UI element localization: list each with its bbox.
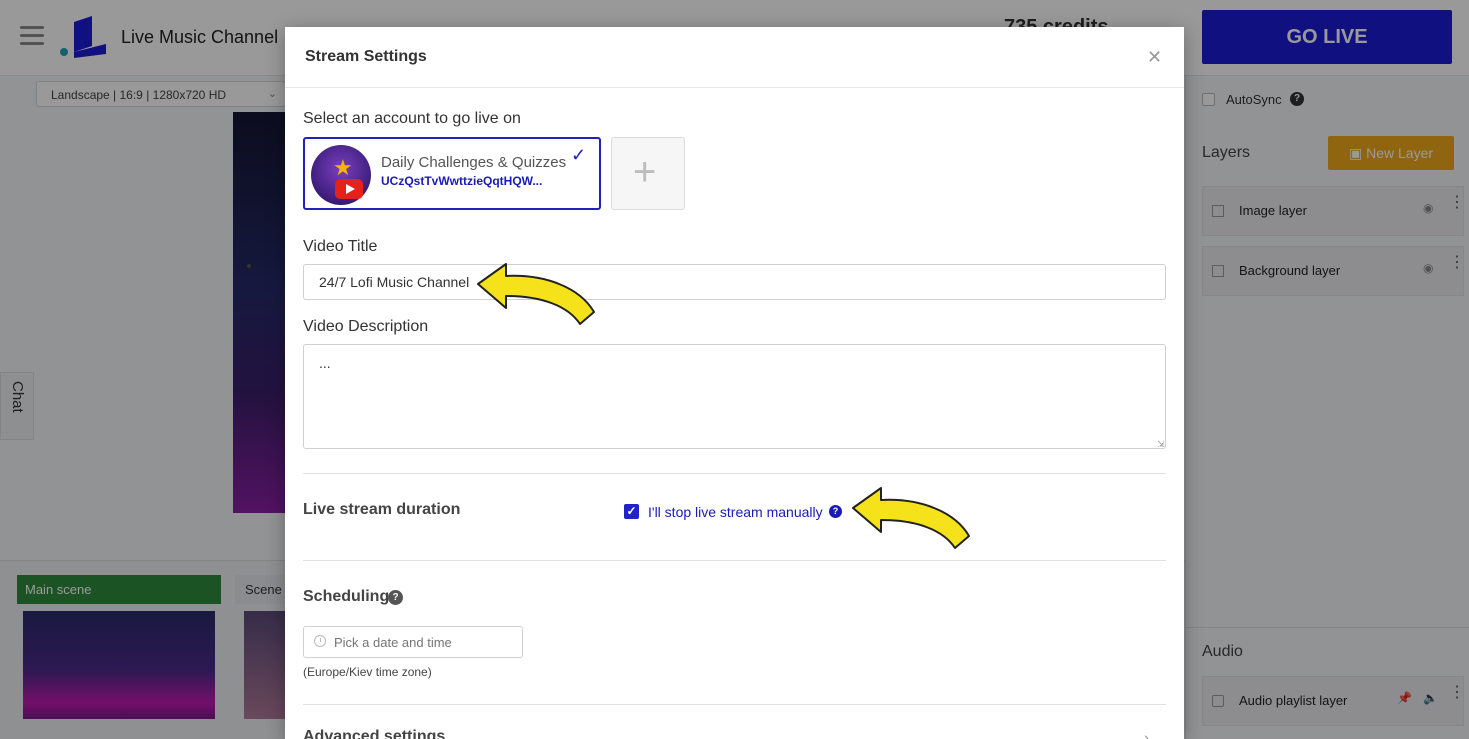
divider: [303, 473, 1166, 474]
account-prompt: Select an account to go live on: [303, 110, 521, 127]
manual-stop-label[interactable]: I'll stop live stream manually: [648, 504, 823, 520]
trophy-icon: ★: [333, 155, 353, 180]
close-icon[interactable]: ✕: [1147, 47, 1162, 68]
video-title-input[interactable]: [303, 264, 1166, 300]
timezone-note: (Europe/Kiev time zone): [303, 665, 432, 679]
stream-settings-modal: Stream Settings ✕ Select an account to g…: [285, 27, 1184, 739]
resize-handle-icon[interactable]: ⇲: [1157, 439, 1165, 450]
schedule-date-input[interactable]: [303, 626, 523, 658]
divider: [303, 560, 1166, 561]
modal-header: Stream Settings ✕: [285, 27, 1184, 88]
checkmark-icon: ✓: [571, 145, 587, 165]
duration-label: Live stream duration: [303, 501, 461, 518]
account-name: Daily Challenges & Quizzes: [381, 154, 567, 171]
divider: [303, 704, 1166, 705]
annotation-arrow-icon: [852, 487, 970, 549]
plus-icon: +: [633, 150, 657, 194]
video-description-label: Video Description: [303, 318, 429, 335]
chevron-right-icon[interactable]: ›: [1144, 729, 1149, 739]
video-title-label: Video Title: [303, 238, 378, 255]
help-icon[interactable]: ?: [829, 505, 842, 518]
clock-icon: [314, 635, 326, 647]
modal-title: Stream Settings: [305, 48, 427, 65]
video-description-input[interactable]: ...: [303, 344, 1166, 449]
manual-stop-checkbox[interactable]: ✓: [624, 504, 639, 519]
account-channel-id: UCzQstTvWwttzieQqtHQW...: [381, 174, 543, 188]
annotation-arrow-icon: [477, 263, 595, 325]
account-avatar: ★: [311, 145, 371, 205]
add-account-button[interactable]: +: [611, 137, 685, 210]
help-icon[interactable]: ?: [388, 590, 403, 605]
account-card-selected[interactable]: ★ Daily Challenges & Quizzes UCzQstTvWwt…: [303, 137, 601, 210]
scheduling-label: Scheduling: [303, 588, 390, 605]
youtube-icon: [335, 179, 363, 199]
advanced-settings-label[interactable]: Advanced settings: [303, 728, 445, 739]
